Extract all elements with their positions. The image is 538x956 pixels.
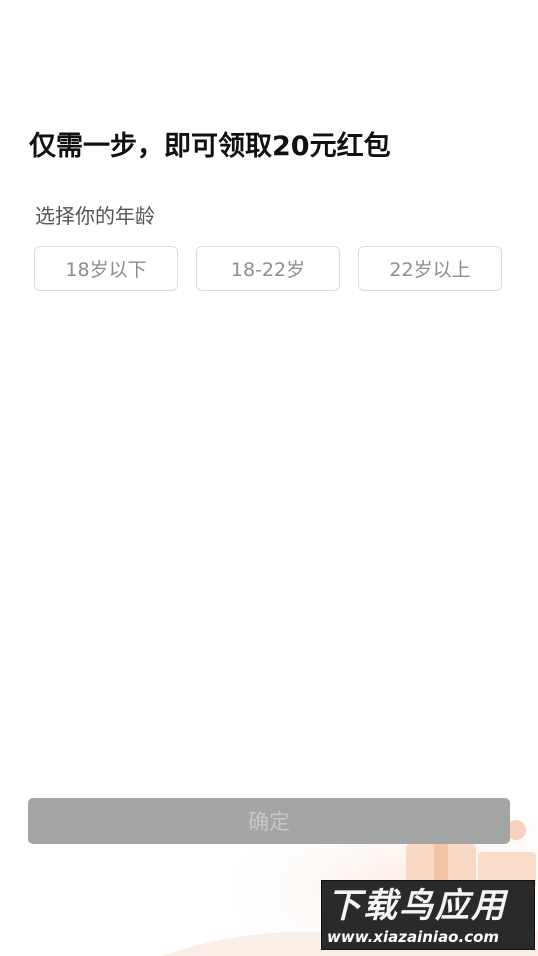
watermark-title: 下载鸟应用: [327, 886, 507, 926]
page-title: 仅需一步，即可领取20元红包: [29, 131, 391, 162]
age-option-18-22[interactable]: 18-22岁: [196, 246, 340, 291]
age-option-under-18[interactable]: 18岁以下: [34, 246, 178, 291]
watermark-url: www.xiazainiao.com: [327, 928, 500, 946]
age-options: 18岁以下 18-22岁 22岁以上: [34, 246, 503, 291]
watermark-logo: 下载鸟应用 www.xiazainiao.com: [321, 880, 535, 950]
age-question-label: 选择你的年龄: [35, 204, 155, 228]
confirm-button[interactable]: 确定: [28, 798, 510, 844]
age-option-over-22[interactable]: 22岁以上: [358, 246, 502, 291]
